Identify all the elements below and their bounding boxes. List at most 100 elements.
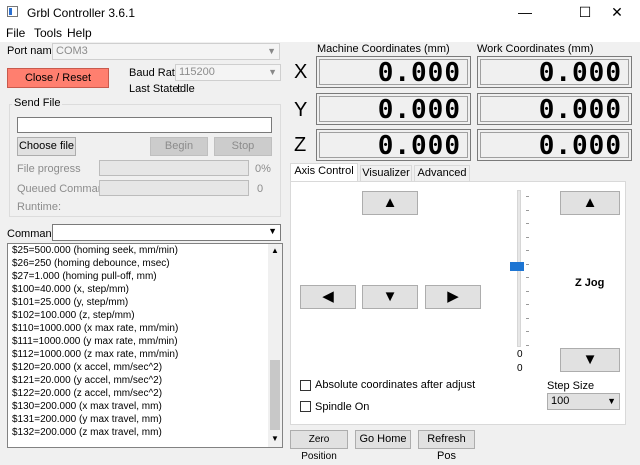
minimize-button[interactable]: — <box>502 0 548 24</box>
console-log[interactable]: $25=500.000 (homing seek, mm/min) $26=250… <box>7 243 283 448</box>
slider-tick <box>526 344 529 346</box>
baud-rate-label: Baud Rate <box>129 67 181 79</box>
port-name-label: Port name <box>7 45 58 57</box>
machine-z-value: 0.000 <box>319 132 468 159</box>
queued-commands-value: 0 <box>257 183 264 195</box>
slider-tick <box>526 304 529 305</box>
log-line: $102=100.000 (z, step/mm) <box>12 310 135 321</box>
tab-visualizer[interactable]: Visualizer <box>360 165 412 181</box>
chevron-down-icon: ▼ <box>267 46 276 56</box>
slider-tick <box>526 209 529 211</box>
log-line: $26=250 (homing debounce, msec) <box>12 258 170 269</box>
jog-y-plus-button[interactable]: ▲ <box>362 191 418 215</box>
spindle-on-label: Spindle On <box>315 401 370 413</box>
work-x-value: 0.000 <box>480 59 629 86</box>
axis-x-label: X <box>294 61 308 83</box>
jog-x-minus-button[interactable]: ◀ <box>300 285 356 309</box>
last-state-value: Idle <box>177 83 195 95</box>
arrow-down-icon: ▼ <box>382 288 398 305</box>
slider-tick <box>526 317 529 319</box>
log-scrollbar[interactable]: ▲ ▼ <box>268 244 282 447</box>
baud-rate-value: 115200 <box>179 66 215 78</box>
file-progress-value: 0% <box>255 163 271 175</box>
begin-button[interactable]: Begin <box>150 137 208 156</box>
arrow-right-icon: ▶ <box>447 288 459 305</box>
title-bar: Grbl Controller 3.6.1 — ☐ ✕ <box>0 0 640 24</box>
work-coords-label: Work Coordinates (mm) <box>477 43 594 55</box>
arrow-down-icon: ▼ <box>582 351 598 368</box>
step-size-value: 100 <box>551 395 570 407</box>
work-y-display: 0.000 <box>477 93 632 125</box>
runtime-label: Runtime: <box>17 201 62 213</box>
machine-x-value: 0.000 <box>319 59 468 86</box>
axis-y-label: Y <box>294 99 308 121</box>
step-size-select[interactable]: 100 ▼ <box>547 393 620 410</box>
zero-position-button[interactable]: Zero Position <box>290 430 348 462</box>
machine-x-display: 0.000 <box>316 56 471 88</box>
tab-axis-control[interactable]: Axis Control <box>290 163 358 181</box>
work-x-display: 0.000 <box>477 56 632 88</box>
jog-x-plus-button[interactable]: ▶ <box>425 285 481 309</box>
absolute-coords-checkbox[interactable] <box>300 380 311 391</box>
log-line: $122=20.000 (z accel, mm/sec^2) <box>12 388 163 399</box>
tab-advanced[interactable]: Advanced <box>414 165 470 181</box>
work-y-value: 0.000 <box>480 96 629 123</box>
jog-z-minus-button[interactable]: ▼ <box>560 348 620 372</box>
close-reset-button[interactable]: Close / Reset <box>7 68 109 88</box>
stop-button[interactable]: Stop <box>214 137 272 156</box>
app-icon <box>7 6 18 17</box>
menu-help[interactable]: Help <box>67 26 92 40</box>
port-select[interactable]: COM3 ▼ <box>52 43 280 60</box>
window-title: Grbl Controller 3.6.1 <box>27 6 136 20</box>
slider-tick <box>526 196 529 197</box>
slider-value-bottom: 0 <box>517 363 523 374</box>
machine-y-display: 0.000 <box>316 93 471 125</box>
machine-z-display: 0.000 <box>316 129 471 161</box>
menu-file[interactable]: File <box>6 26 25 40</box>
port-value: COM3 <box>56 45 88 57</box>
slider-tick <box>526 331 529 332</box>
log-line: $131=200.000 (y max travel, mm) <box>12 414 162 425</box>
file-progress-label: File progress <box>17 163 81 175</box>
send-file-group-label: Send File <box>12 97 63 109</box>
jog-z-plus-button[interactable]: ▲ <box>560 191 620 215</box>
log-line: $100=40.000 (x, step/mm) <box>12 284 130 295</box>
log-line: $112=1000.000 (z max rate, mm/min) <box>12 349 179 360</box>
scroll-up-icon[interactable]: ▲ <box>271 246 279 255</box>
step-size-label: Step Size <box>547 380 595 392</box>
choose-file-button[interactable]: Choose file <box>17 137 76 156</box>
slider-tick <box>526 290 529 292</box>
slider-value-top: 0 <box>517 349 523 360</box>
slider-tick <box>526 236 529 238</box>
refresh-pos-button[interactable]: Refresh Pos <box>418 430 475 462</box>
menu-tools[interactable]: Tools <box>34 26 62 40</box>
log-line: $111=1000.000 (y max rate, mm/min) <box>12 336 178 347</box>
command-label: Command <box>7 228 58 240</box>
scrollbar-thumb[interactable] <box>270 360 280 430</box>
command-input[interactable]: ▼ <box>52 224 281 241</box>
z-jog-label: Z Jog <box>575 277 605 289</box>
slider-tick <box>526 223 529 224</box>
log-line: $121=20.000 (y accel, mm/sec^2) <box>12 375 163 386</box>
slider-tick <box>526 250 529 251</box>
log-line: $110=1000.000 (x max rate, mm/min) <box>12 323 179 334</box>
axis-z-label: Z <box>294 134 307 156</box>
machine-coords-label: Machine Coordinates (mm) <box>317 43 450 55</box>
file-path-input[interactable] <box>17 117 272 133</box>
machine-y-value: 0.000 <box>319 96 468 123</box>
spindle-on-checkbox[interactable] <box>300 401 311 412</box>
last-state-label: Last State: <box>129 83 182 95</box>
queued-commands-bar <box>99 180 249 196</box>
menu-bar: File Tools Help <box>0 24 640 42</box>
go-home-button[interactable]: Go Home <box>355 430 411 449</box>
close-window-button[interactable]: ✕ <box>594 0 640 24</box>
scroll-down-icon[interactable]: ▼ <box>271 434 279 443</box>
chevron-down-icon: ▼ <box>268 226 277 236</box>
jog-y-minus-button[interactable]: ▼ <box>362 285 418 309</box>
work-z-display: 0.000 <box>477 129 632 161</box>
log-line: $25=500.000 (homing seek, mm/min) <box>12 245 178 256</box>
slider-tick <box>526 277 529 278</box>
z-slider-thumb[interactable] <box>510 262 524 271</box>
baud-rate-select[interactable]: 115200 ▼ <box>175 64 281 81</box>
arrow-left-icon: ◀ <box>322 288 334 305</box>
